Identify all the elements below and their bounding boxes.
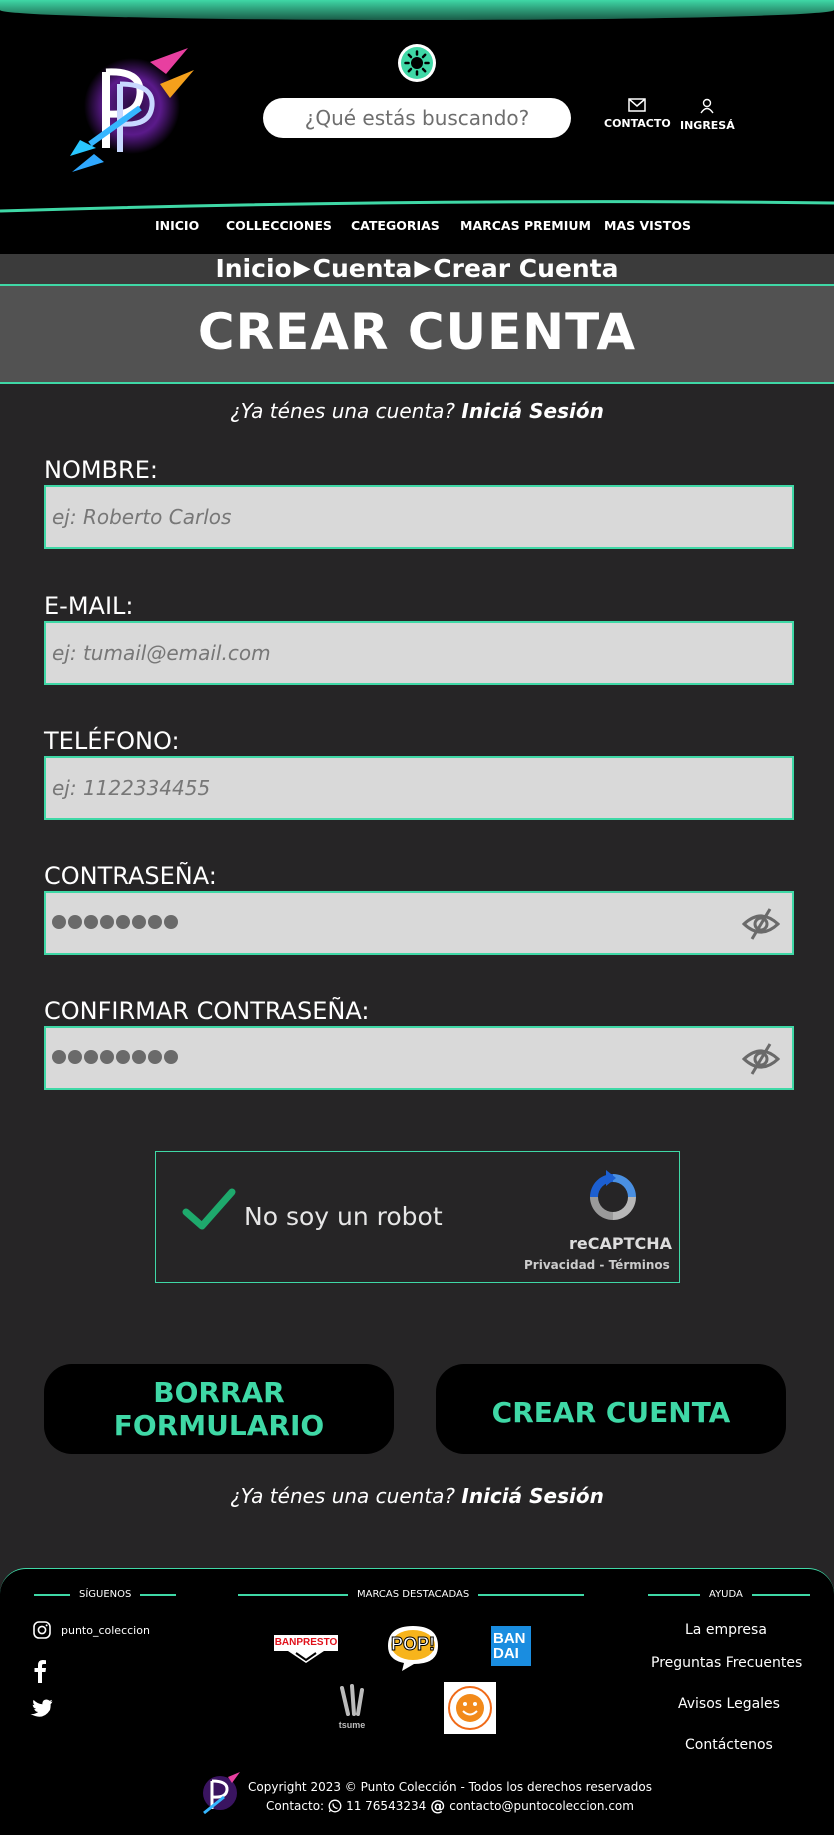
- create-account-button[interactable]: CREAR CUENTA: [436, 1364, 786, 1454]
- at-icon: @: [430, 1797, 446, 1815]
- brand-banpresto[interactable]: BANPRESTO: [274, 1633, 338, 1665]
- nav-item-mas-vistos[interactable]: MAS VISTOS: [604, 218, 691, 233]
- brand-bandai[interactable]: BAN DAI: [491, 1626, 531, 1666]
- recaptcha-terms-link[interactable]: Privacidad - Términos: [524, 1258, 670, 1272]
- eye-slash-icon[interactable]: [742, 906, 780, 942]
- login-label: INGRESÁ: [680, 119, 735, 132]
- instagram-link[interactable]: punto_coleccion: [33, 1621, 150, 1639]
- name-label: NOMBRE:: [44, 456, 158, 484]
- phone-field[interactable]: [44, 756, 794, 820]
- confirm-password-label: CONFIRMAR CONTRASEÑA:: [44, 997, 370, 1025]
- name-field[interactable]: [44, 485, 794, 549]
- brand-tsume[interactable]: tsume: [332, 1684, 372, 1730]
- have-account-line: ¿Ya ténes una cuenta? Iniciá Sesión: [0, 399, 834, 423]
- password-label: CONTRASEÑA:: [44, 862, 217, 890]
- login-link-top[interactable]: Iniciá Sesión: [461, 399, 603, 423]
- breadcrumb: Inicio ▶ Cuenta ▶ Crear Cuenta: [215, 254, 618, 284]
- phone-label: TELÉFONO:: [44, 727, 180, 755]
- brand-tsume-label: tsume: [338, 1720, 366, 1730]
- nav-item-marcas-premium[interactable]: MARCAS PREMIUM: [460, 218, 591, 233]
- brands-heading-text: MARCAS DESTACADAS: [357, 1589, 470, 1600]
- page-title: CREAR CUENTA: [197, 303, 637, 361]
- eye-slash-icon[interactable]: [742, 1041, 780, 1077]
- search-input[interactable]: [263, 98, 571, 138]
- contact-label: CONTACTO: [604, 117, 671, 130]
- brand-funko-pop[interactable]: POP!: [384, 1624, 442, 1672]
- footer-logo: [198, 1771, 242, 1824]
- follow-heading: SÍGUENOS: [34, 1589, 177, 1600]
- contact-info: Contacto: 11 76543234 @ contacto@puntoco…: [266, 1797, 634, 1815]
- site-header: CONTACTO INGRESÁ INICIO COLLECCIONES CAT…: [0, 0, 834, 254]
- help-link-faq[interactable]: Preguntas Frecuentes: [651, 1655, 802, 1671]
- breadcrumb-separator-icon: ▶: [414, 256, 432, 281]
- brand-good-smile[interactable]: [444, 1682, 496, 1734]
- whatsapp-icon: [328, 1799, 342, 1813]
- page-title-bar: CREAR CUENTA: [0, 284, 834, 384]
- follow-heading-text: SÍGUENOS: [79, 1589, 132, 1600]
- brands-heading: MARCAS DESTACADAS: [238, 1589, 585, 1600]
- have-account-text: ¿Ya ténes una cuenta?: [230, 399, 456, 423]
- clear-form-button[interactable]: BORRAR FORMULARIO: [44, 1364, 394, 1454]
- login-link[interactable]: INGRESÁ: [680, 98, 735, 132]
- confirm-password-mask: [52, 1050, 178, 1064]
- help-heading-text: AYUDA: [709, 1589, 743, 1600]
- have-account-line-bottom: ¿Ya ténes una cuenta? Iniciá Sesión: [0, 1484, 834, 1508]
- site-footer: SÍGUENOS punto_coleccion MARCAS DESTACAD…: [0, 1568, 834, 1835]
- copyright-text: Copyright 2023 © Punto Colección - Todos…: [248, 1780, 652, 1794]
- help-link-empresa[interactable]: La empresa: [685, 1622, 767, 1638]
- theme-toggle-button[interactable]: [398, 44, 436, 82]
- breadcrumb-separator-icon: ▶: [293, 256, 311, 281]
- instagram-handle: punto_coleccion: [61, 1623, 150, 1637]
- header-divider: [0, 200, 834, 213]
- facebook-icon[interactable]: [33, 1659, 47, 1683]
- password-mask: [52, 915, 178, 929]
- header-top-accent: [0, 0, 834, 20]
- breadcrumb-cuenta[interactable]: Cuenta: [313, 254, 413, 284]
- checkmark-icon[interactable]: [182, 1188, 236, 1230]
- breadcrumb-bar: Inicio ▶ Cuenta ▶ Crear Cuenta: [0, 254, 834, 284]
- captcha-label: No soy un robot: [244, 1202, 443, 1231]
- email-label: E-MAIL:: [44, 592, 134, 620]
- confirm-password-field[interactable]: [44, 1026, 794, 1090]
- breadcrumb-inicio[interactable]: Inicio: [215, 254, 291, 284]
- login-link-bottom[interactable]: Iniciá Sesión: [461, 1484, 603, 1508]
- breadcrumb-crear-cuenta: Crear Cuenta: [433, 254, 619, 283]
- instagram-icon: [33, 1621, 51, 1639]
- mail-icon: [628, 98, 647, 112]
- help-link-contactenos[interactable]: Contáctenos: [685, 1737, 773, 1753]
- recaptcha-widget: No soy un robot reCAPTCHA Privacidad - T…: [155, 1151, 680, 1283]
- sun-icon: [401, 47, 433, 79]
- contact-prefix: Contacto:: [266, 1799, 325, 1813]
- password-field[interactable]: [44, 891, 794, 955]
- nav-item-categorias[interactable]: CATEGORIAS: [351, 218, 440, 233]
- nav-item-inicio[interactable]: INICIO: [155, 218, 199, 233]
- brand-bandai-label: BAN DAI: [493, 1630, 526, 1662]
- twitter-icon[interactable]: [29, 1699, 53, 1719]
- user-icon: [700, 98, 714, 114]
- site-logo[interactable]: [70, 44, 198, 174]
- contact-link[interactable]: CONTACTO: [604, 98, 671, 130]
- email-field[interactable]: [44, 621, 794, 685]
- nav-item-colecciones[interactable]: COLLECCIONES: [226, 218, 332, 233]
- brand-banpresto-label: BANPRESTO: [274, 1637, 338, 1648]
- recaptcha-brand: reCAPTCHA: [569, 1234, 673, 1253]
- help-link-avisos-legales[interactable]: Avisos Legales: [678, 1696, 780, 1712]
- brand-pop-label: POP!: [390, 1634, 435, 1655]
- contact-email[interactable]: contacto@puntocoleccion.com: [449, 1799, 634, 1813]
- help-heading: AYUDA: [648, 1589, 810, 1600]
- recaptcha-icon: [590, 1170, 636, 1220]
- contact-phone[interactable]: 11 76543234: [346, 1799, 426, 1813]
- have-account-text: ¿Ya ténes una cuenta?: [230, 1484, 456, 1508]
